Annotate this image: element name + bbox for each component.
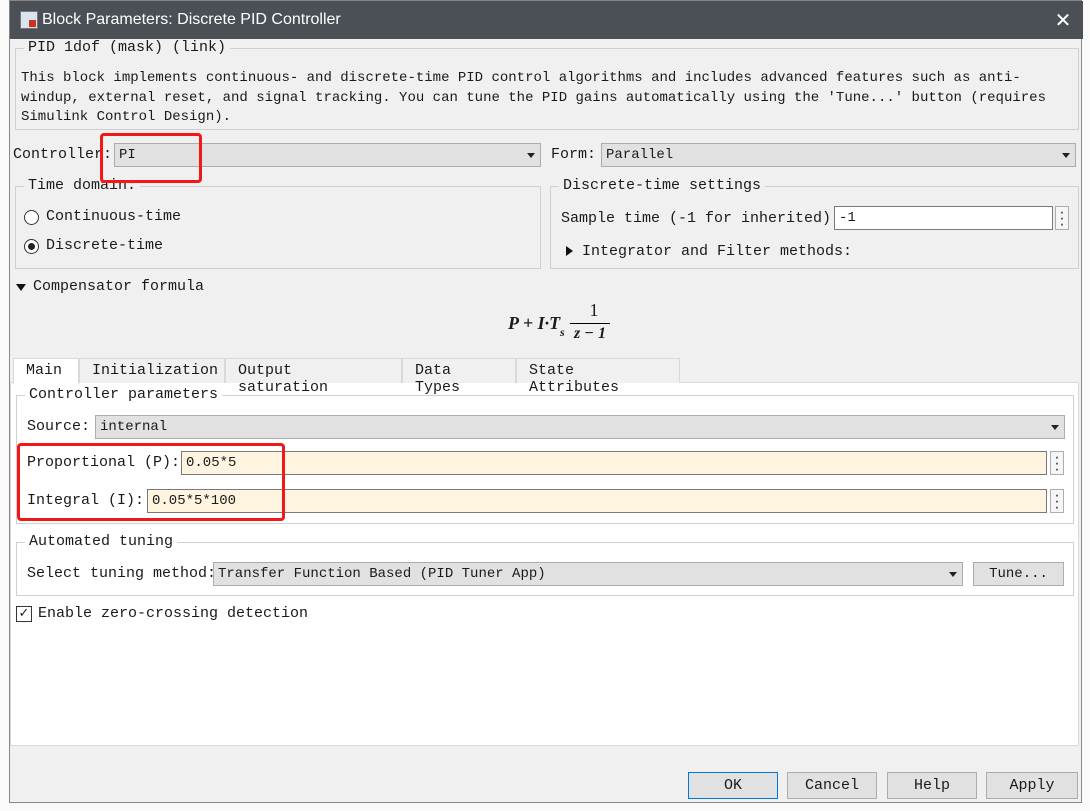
proportional-input[interactable]: 0.05*5 — [181, 451, 1047, 475]
chevron-down-icon — [1051, 425, 1059, 430]
tune-button-label: Tune... — [989, 566, 1048, 582]
form-value: Parallel — [606, 147, 674, 163]
compensator-formula: P + I·T s 1 z − 1 — [508, 300, 628, 348]
fraction-bar — [570, 323, 610, 324]
expand-triangle-icon[interactable] — [566, 246, 573, 256]
form-label: Form: — [551, 146, 597, 163]
controller-label: Controller: — [13, 146, 113, 163]
automated-tuning-legend: Automated tuning — [25, 533, 178, 550]
window-title: Block Parameters: Discrete PID Controlle… — [42, 11, 341, 28]
form-dropdown[interactable]: Parallel — [601, 143, 1076, 167]
block-parameters-dialog: Block Parameters: Discrete PID Controlle… — [9, 0, 1083, 803]
discrete-time-label: Discrete-time — [46, 237, 164, 254]
more-options-icon[interactable]: · · · — [1055, 206, 1069, 231]
tuning-method-value: Transfer Function Based (PID Tuner App) — [218, 566, 546, 582]
chevron-down-icon — [527, 153, 535, 158]
zero-crossing-label: Enable zero-crossing detection — [38, 605, 309, 622]
close-icon[interactable]: ✕ — [1050, 7, 1076, 33]
chevron-down-icon — [1062, 153, 1070, 158]
ok-button[interactable]: OK — [688, 772, 778, 799]
tuning-method-dropdown[interactable]: Transfer Function Based (PID Tuner App) — [213, 562, 963, 586]
apply-button[interactable]: Apply — [986, 772, 1078, 799]
sample-time-label: Sample time (-1 for inherited): — [561, 210, 841, 227]
tab-state-attributes[interactable]: State Attributes — [516, 358, 680, 396]
collapse-triangle-icon[interactable] — [16, 284, 26, 291]
tab-label: Initialization — [92, 362, 219, 379]
formula-lhs: P + I·T — [508, 313, 561, 333]
tune-button[interactable]: Tune... — [973, 562, 1064, 586]
formula-numerator: 1 — [589, 300, 599, 320]
tab-main[interactable]: Main — [13, 358, 79, 384]
description-line: windup, external reset, and signal track… — [21, 89, 1046, 106]
time-domain-group: Time domain: Continuous-time Discrete-ti… — [15, 177, 541, 269]
simulink-icon — [20, 11, 38, 29]
description-text: This block implements continuous- and di… — [21, 69, 1046, 128]
zero-crossing-checkbox[interactable]: ✓ — [16, 606, 32, 622]
compensator-toggle[interactable]: Compensator formula — [33, 278, 204, 295]
source-label: Source: — [27, 418, 91, 435]
tab-initialization[interactable]: Initialization — [79, 358, 225, 383]
discrete-settings-legend: Discrete-time settings — [559, 177, 766, 194]
description-line: Simulink Control Design). — [21, 109, 232, 125]
sample-time-value: -1 — [839, 210, 856, 226]
tab-label: Output saturation — [238, 362, 329, 396]
mask-heading: PID 1dof (mask) (link) — [24, 39, 231, 56]
discrete-settings-group: Discrete-time settings Sample time (-1 f… — [550, 177, 1079, 269]
annotation-highlight-controller — [100, 133, 202, 183]
description-group: PID 1dof (mask) (link) This block implem… — [15, 39, 1079, 130]
formula-subscript: s — [560, 325, 565, 339]
tab-label: Main — [26, 362, 63, 379]
help-button[interactable]: Help — [887, 772, 977, 799]
controller-parameters-legend: Controller parameters — [25, 386, 223, 403]
tab-data-types[interactable]: Data Types — [402, 358, 516, 396]
continuous-time-label: Continuous-time — [46, 208, 182, 225]
methods-toggle[interactable]: Integrator and Filter methods: — [582, 243, 852, 260]
more-options-icon[interactable]: · · · — [1050, 451, 1064, 476]
source-dropdown[interactable]: internal — [95, 415, 1065, 439]
cancel-button[interactable]: Cancel — [787, 772, 877, 799]
formula-denominator: z − 1 — [574, 325, 606, 342]
source-value: internal — [100, 419, 168, 435]
tab-output-saturation[interactable]: Output saturation — [225, 358, 402, 396]
title-bar: Block Parameters: Discrete PID Controlle… — [10, 1, 1083, 39]
continuous-time-radio[interactable] — [24, 210, 39, 225]
tab-label: State Attributes — [529, 362, 620, 396]
sample-time-input[interactable]: -1 — [834, 206, 1053, 230]
description-line: This block implements continuous- and di… — [21, 70, 1021, 86]
tab-panel-main: Controller parameters Source: internal P… — [10, 382, 1079, 746]
discrete-time-radio[interactable] — [24, 239, 39, 254]
chevron-down-icon — [949, 572, 957, 577]
tuning-method-label: Select tuning method: — [27, 565, 217, 582]
automated-tuning-group: Automated tuning Select tuning method: T… — [16, 533, 1074, 596]
tab-label: Data Types — [415, 362, 461, 396]
annotation-highlight-gains — [17, 443, 285, 521]
more-options-icon[interactable]: · · · — [1050, 489, 1064, 514]
